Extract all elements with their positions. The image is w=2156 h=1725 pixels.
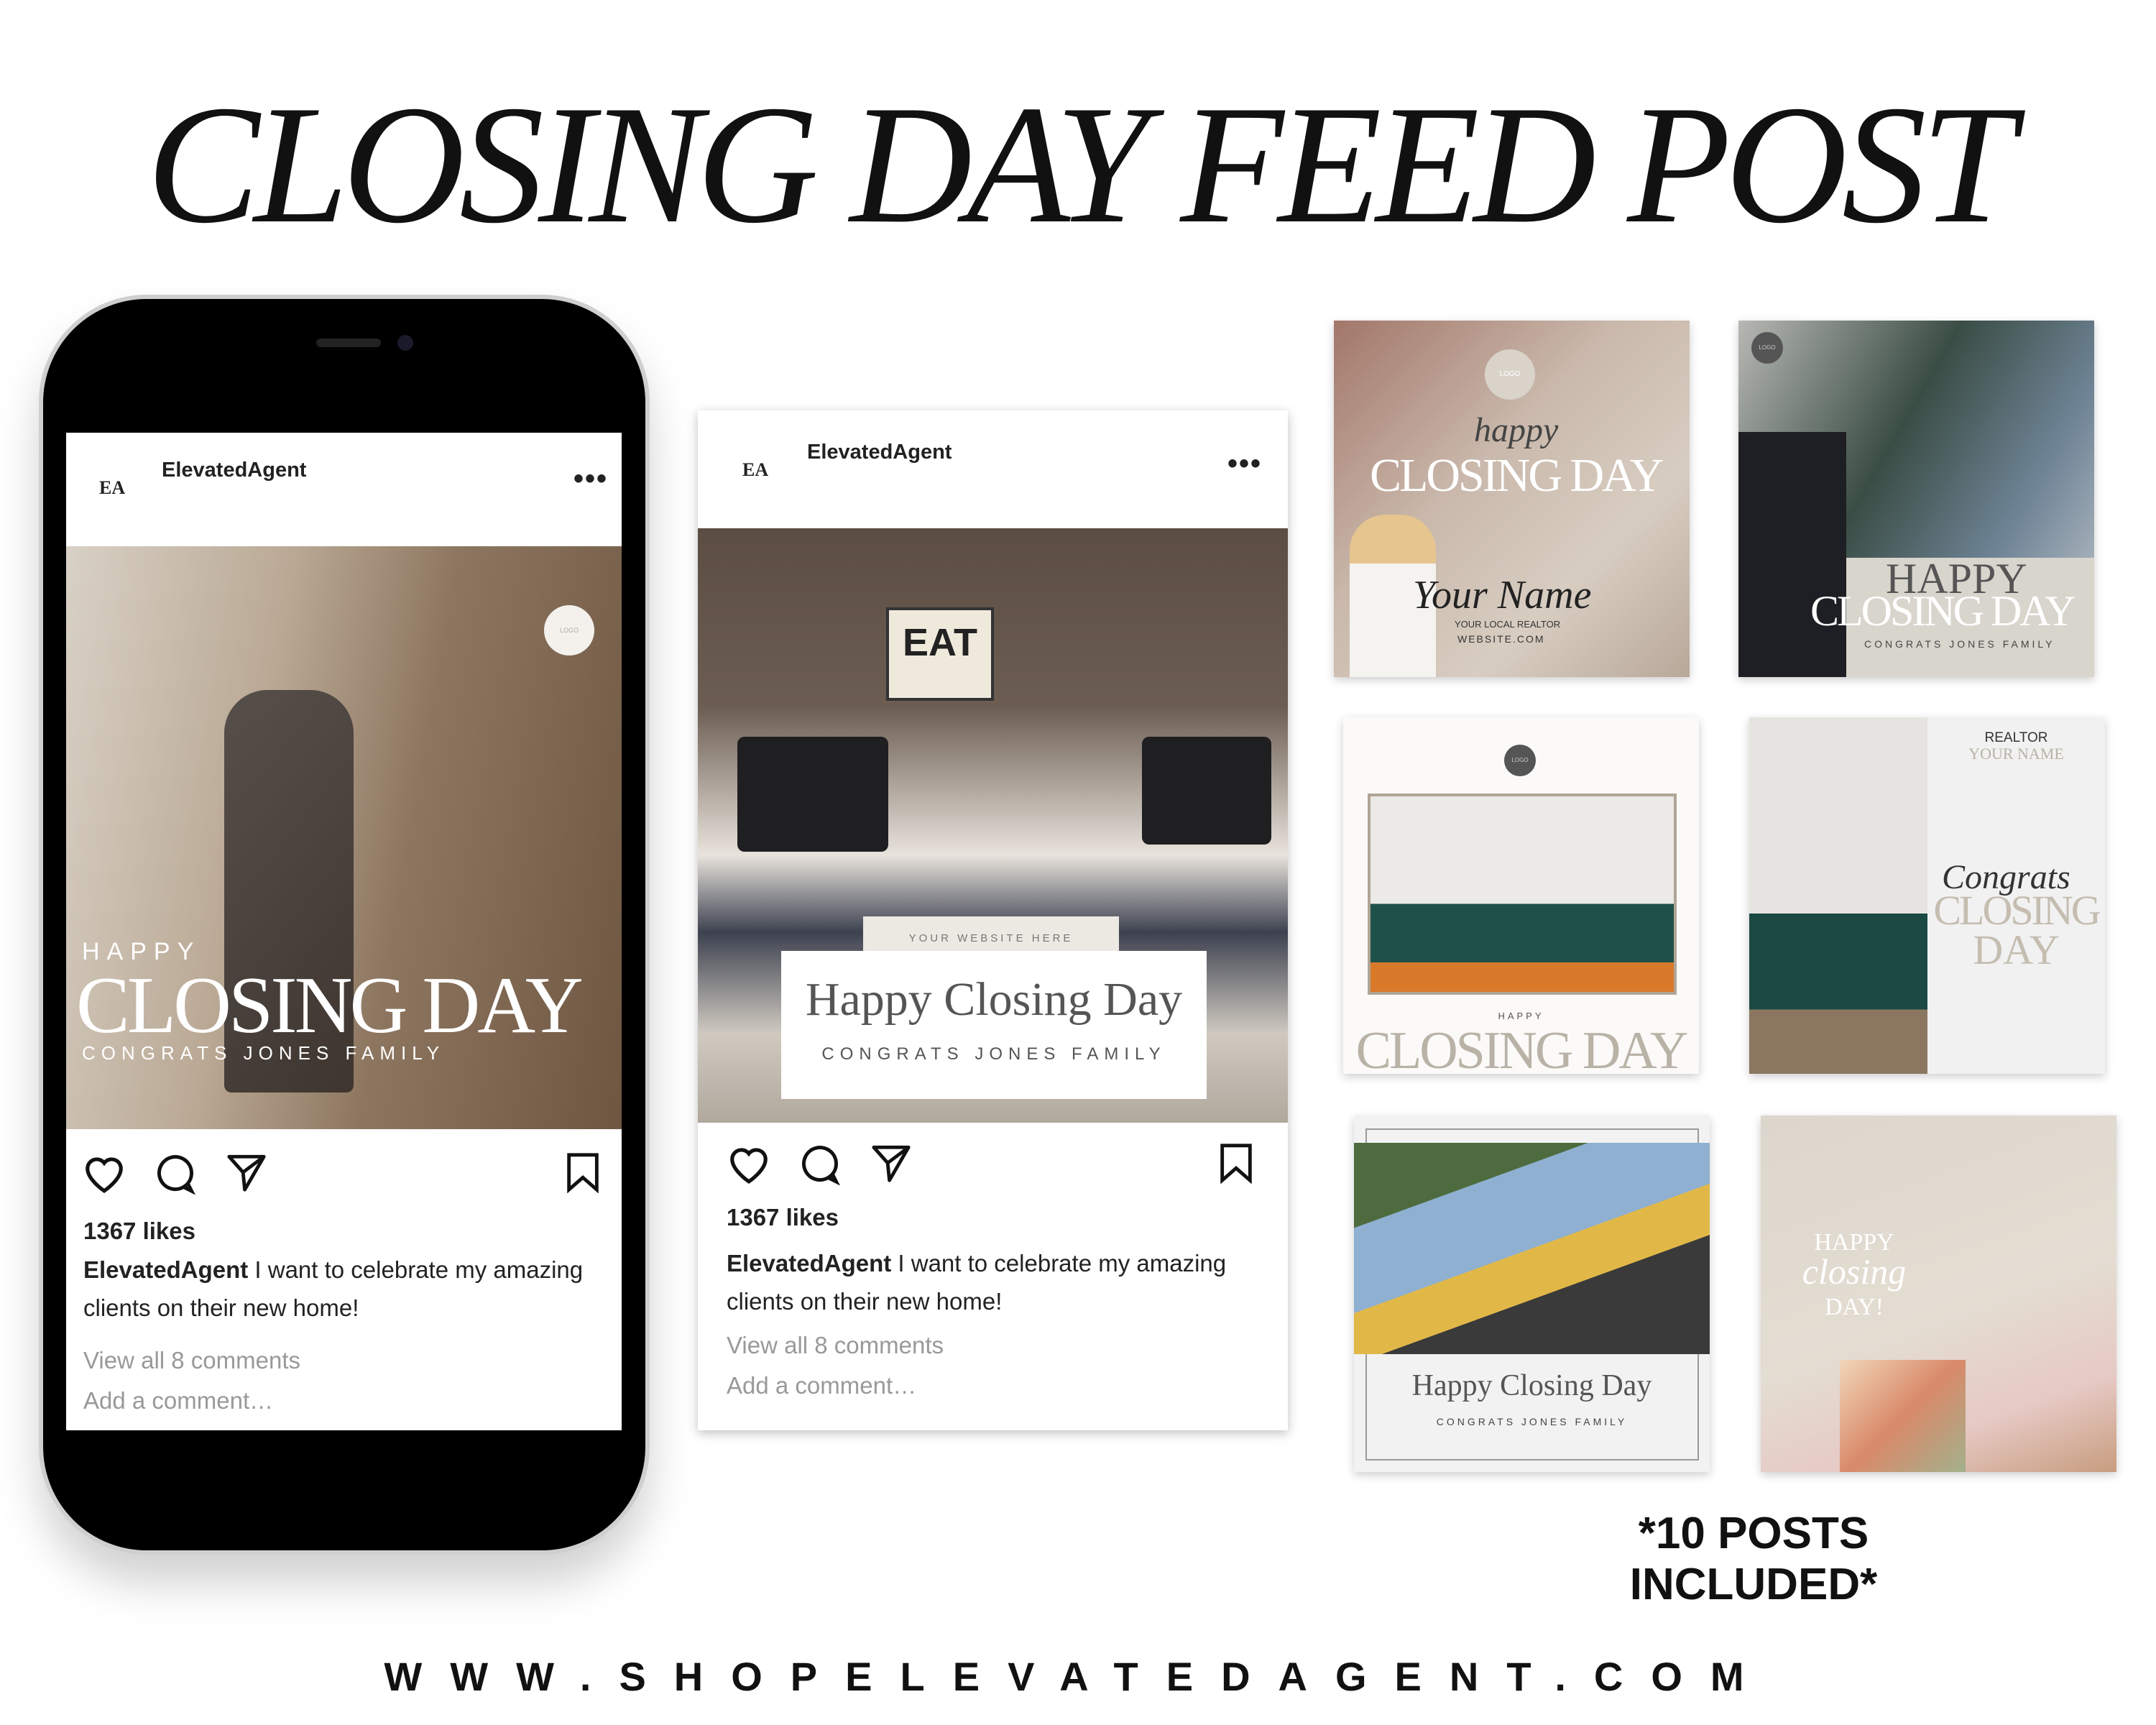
caption-username[interactable]: ElevatedAgent bbox=[727, 1250, 891, 1276]
comment-icon[interactable] bbox=[154, 1151, 197, 1195]
art-print bbox=[1840, 1360, 1966, 1472]
share-icon[interactable] bbox=[226, 1151, 267, 1193]
caption: ElevatedAgent I want to celebrate my ama… bbox=[83, 1251, 586, 1327]
template-thumb-2[interactable]: LOGO HAPPY CLOSING DAY CONGRATS JONES FA… bbox=[1738, 321, 2094, 677]
share-icon[interactable] bbox=[870, 1142, 912, 1184]
logo-badge: LOGO bbox=[1751, 332, 1783, 364]
posts-included-label: *10 POSTS INCLUDED* bbox=[1629, 1509, 1878, 1609]
couple-photo bbox=[1368, 794, 1677, 995]
line-day: DAY! bbox=[1825, 1294, 1884, 1320]
more-options-icon[interactable]: ••• bbox=[1227, 448, 1262, 480]
post-header: EA ElevatedAgent ••• bbox=[66, 433, 622, 546]
overlay-closing-day: CLOSING DAY bbox=[76, 961, 584, 1050]
post-header: EA ElevatedAgent ••• bbox=[698, 410, 1288, 528]
likes-count: 1367 likes bbox=[727, 1204, 839, 1230]
photo-panel bbox=[1749, 717, 1927, 1074]
overlay-box: Happy Closing Day CONGRATS JONES FAMILY bbox=[781, 951, 1207, 1099]
template-thumb-1[interactable]: LOGO happy CLOSING DAY Your Name YOUR LO… bbox=[1334, 321, 1690, 677]
logo-badge: LOGO bbox=[1485, 349, 1535, 400]
name: YOUR NAME bbox=[1968, 745, 2064, 763]
add-comment-input[interactable]: Add a comment… bbox=[727, 1372, 916, 1399]
logo-badge: LOGO bbox=[544, 605, 594, 656]
template-thumb-3[interactable]: LOGO HAPPY CLOSING DAY bbox=[1343, 717, 1699, 1074]
logo-badge: LOGO bbox=[1504, 745, 1536, 776]
caption-username[interactable]: ElevatedAgent bbox=[83, 1256, 248, 1283]
headline: Happy Closing Day bbox=[1411, 1369, 1652, 1402]
realtor-photo bbox=[1738, 432, 1846, 677]
phone-camera bbox=[397, 335, 413, 351]
website: WEBSITE.COM bbox=[1457, 633, 1545, 645]
script-happy: happy bbox=[1474, 411, 1559, 449]
sub: CONGRATS JONES FAMILY bbox=[1864, 638, 2055, 650]
line-day: DAY bbox=[1973, 926, 2060, 973]
phone-mockup: EA ElevatedAgent ••• LOGO HAPPY CLOSING … bbox=[39, 295, 650, 1555]
username[interactable]: ElevatedAgent bbox=[807, 441, 952, 464]
bookmark-icon[interactable] bbox=[1218, 1142, 1254, 1184]
view-comments-link[interactable]: View all 8 comments bbox=[83, 1347, 300, 1374]
script-closing: closing bbox=[1802, 1251, 1907, 1292]
page-title: CLOSING DAY FEED POST bbox=[146, 71, 2015, 259]
add-comment-input[interactable]: Add a comment… bbox=[83, 1387, 273, 1414]
heart-icon[interactable] bbox=[82, 1151, 126, 1193]
sub: CONGRATS JONES FAMILY bbox=[1436, 1416, 1628, 1427]
bookmark-icon[interactable] bbox=[565, 1151, 601, 1193]
view-comments-link[interactable]: View all 8 comments bbox=[727, 1332, 944, 1359]
likes-count: 1367 likes bbox=[83, 1218, 195, 1244]
overlay-sub: CONGRATS JONES FAMILY bbox=[821, 1044, 1166, 1064]
signature: Your Name bbox=[1413, 573, 1592, 617]
small-happy: HAPPY bbox=[1498, 1011, 1544, 1021]
line-closing-day: CLOSING DAY bbox=[1810, 587, 2076, 635]
headline: CLOSING DAY bbox=[1355, 1021, 1689, 1074]
overlay-congrats: CONGRATS JONES FAMILY bbox=[82, 1042, 446, 1064]
photo-sign: EAT bbox=[886, 607, 994, 701]
template-thumb-4[interactable]: REALTOR YOUR NAME Congrats CLOSING DAY bbox=[1749, 717, 2105, 1074]
feed-post-card: EA ElevatedAgent ••• EAT YOUR WEBSITE HE… bbox=[698, 410, 1288, 1430]
comment-icon[interactable] bbox=[798, 1142, 842, 1185]
phone-speaker bbox=[316, 339, 381, 347]
phone-screen: EA ElevatedAgent ••• LOGO HAPPY CLOSING … bbox=[66, 433, 622, 1430]
template-thumb-5[interactable]: Happy Closing Day CONGRATS JONES FAMILY bbox=[1354, 1116, 1710, 1472]
caption: ElevatedAgent I want to celebrate my ama… bbox=[727, 1244, 1258, 1320]
post-photo: LOGO HAPPY CLOSING DAY CONGRATS JONES FA… bbox=[66, 546, 622, 1129]
template-thumb-6[interactable]: HAPPY closing DAY! bbox=[1761, 1116, 2116, 1472]
photo-crate bbox=[1142, 737, 1271, 845]
profile-logo[interactable]: EA bbox=[742, 459, 768, 481]
overlay-headline: Happy Closing Day bbox=[805, 973, 1183, 1026]
more-options-icon[interactable]: ••• bbox=[573, 463, 608, 495]
headline: CLOSING DAY bbox=[1370, 449, 1664, 502]
role: YOUR LOCAL REALTOR bbox=[1455, 619, 1561, 630]
moving-truck-photo bbox=[1354, 1143, 1710, 1354]
post-photo: EAT YOUR WEBSITE HERE Happy Closing Day … bbox=[698, 528, 1288, 1123]
photo-crate bbox=[737, 737, 888, 852]
website-url: WWW.SHOPELEVATEDAGENT.COM bbox=[384, 1654, 1772, 1699]
username[interactable]: ElevatedAgent bbox=[162, 459, 306, 482]
profile-logo[interactable]: EA bbox=[99, 477, 125, 499]
heart-icon[interactable] bbox=[727, 1142, 771, 1184]
role: REALTOR bbox=[1984, 730, 2048, 745]
